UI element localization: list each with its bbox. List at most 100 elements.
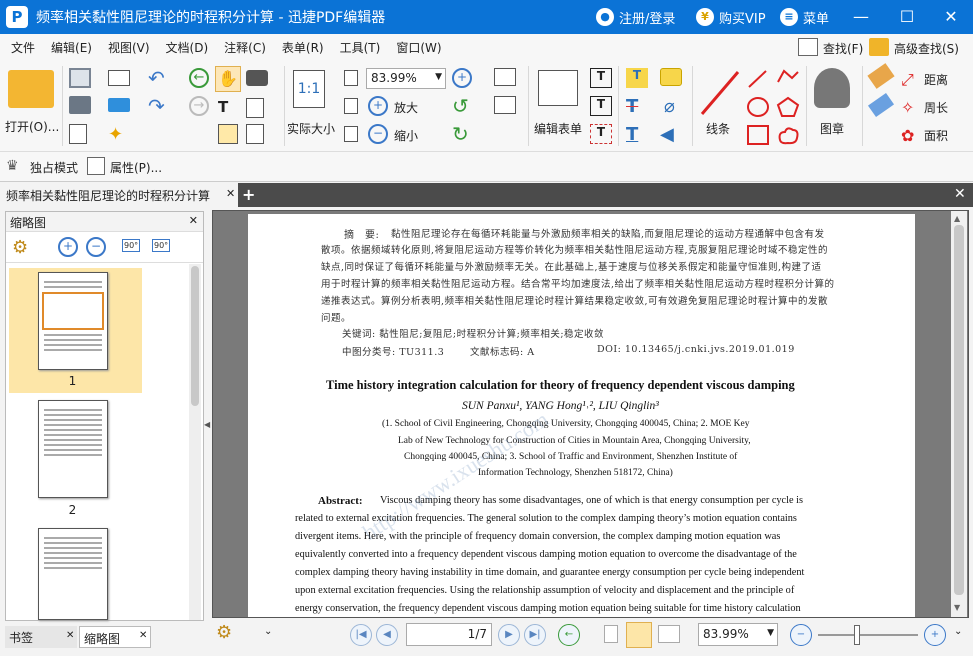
menu-view[interactable]: 视图(V) [100,39,158,56]
page-thumbnail-1[interactable] [38,272,108,370]
export-icon[interactable] [69,124,87,144]
find-button[interactable]: 查找(F) [823,40,863,57]
bottom-zoom-in-button[interactable]: + [924,624,946,646]
perimeter-button[interactable]: 周长 [924,99,948,116]
attach-icon[interactable]: ⌀ [664,96,675,117]
callout-icon[interactable]: T [590,124,612,144]
document-view[interactable]: 摘 要: 黏性阻尼理论存在每循环耗能量与外激励频率相关的缺陷,而复阻尼理论的运动… [212,210,969,618]
minimize-button[interactable]: — [838,0,884,34]
ellipse-icon[interactable] [746,96,770,118]
sound-icon[interactable]: ◀ [660,124,674,145]
camera-icon[interactable] [246,70,268,86]
form-field-icon[interactable] [494,68,516,86]
line-icon[interactable] [698,68,742,118]
undo-icon[interactable]: ↶ [148,66,165,90]
zoom-slider-track[interactable] [818,634,918,636]
underline-icon[interactable]: T [626,124,638,145]
zoom-in-button[interactable]: 放大 [394,99,418,116]
continuous-page-icon[interactable] [626,622,652,648]
edit-form-icon[interactable] [538,70,578,106]
polygon-icon[interactable] [776,96,800,118]
expand-more-icon[interactable]: ⌄ [954,626,962,637]
settings-gear-icon[interactable]: ⚙ [216,622,232,643]
exclusive-mode-button[interactable]: 独占模式 [30,159,78,176]
zoom-out-icon[interactable]: − [368,124,388,144]
single-page-icon[interactable] [604,625,618,643]
back-icon[interactable]: ← [189,68,209,88]
select-text-icon[interactable]: T [218,98,228,116]
next-page-button[interactable]: ▶ [498,624,520,646]
stamp-button[interactable]: 图章 [820,120,844,137]
menu-document[interactable]: 文档(D) [158,39,217,56]
thumb-zoom-out-icon[interactable]: − [86,237,106,257]
pencil-icon[interactable] [867,63,895,89]
snapshot-icon[interactable] [246,98,264,118]
facing-pages-icon[interactable] [658,625,680,643]
menu-file[interactable]: 文件 [0,39,43,56]
page-number-input[interactable]: 1/7 [406,623,492,646]
maximize-button[interactable]: ☐ [884,0,930,34]
perimeter-icon[interactable]: ✧ [901,98,914,117]
cloud-icon[interactable] [776,124,800,146]
main-menu-button[interactable]: ≡ 菜单 [780,0,829,34]
bottom-zoom-select[interactable]: 83.99% ▼ [698,623,778,646]
fit-width-icon[interactable] [344,98,358,114]
print-icon[interactable] [69,96,91,114]
prev-page-button[interactable]: ◀ [376,624,398,646]
actual-size-button[interactable]: 实际大小 [287,120,335,137]
document-scrollbar[interactable]: ▲ ▼ [951,211,967,617]
properties-button[interactable]: 属性(P)... [110,159,162,176]
area-icon[interactable]: ✿ [901,126,914,145]
distance-icon[interactable]: ⤢ [901,70,914,90]
zoom-select[interactable]: 83.99% ▼ [366,68,446,89]
advanced-find-button[interactable]: 高级查找(S) [894,40,959,57]
go-back-button[interactable]: ← [558,624,580,646]
redo-icon[interactable]: ↷ [148,94,165,118]
page-tool-icon[interactable] [246,124,264,144]
typewriter-icon[interactable]: T [590,96,612,116]
open-button-label[interactable]: 打开(O)... [5,118,59,135]
area-button[interactable]: 面积 [924,127,948,144]
polyline-icon[interactable] [776,68,800,90]
menu-form[interactable]: 表单(R) [274,39,332,56]
panel-scrollbar[interactable] [189,264,201,620]
open-folder-icon[interactable] [8,70,54,108]
login-button[interactable]: ● 注册/登录 [596,0,675,34]
menu-window[interactable]: 窗口(W) [388,39,449,56]
thumb-zoom-in-icon[interactable]: + [58,237,78,257]
eraser-icon[interactable] [867,92,895,118]
rotate-cw-icon[interactable]: ↻ [452,122,469,146]
tab-bookmarks[interactable]: 书签 ✕ [5,626,77,648]
line-button[interactable]: 线条 [706,120,730,137]
form-text-icon[interactable] [494,96,516,114]
fit-visible-icon[interactable] [344,126,358,142]
rotate-ccw-icon[interactable]: ↺ [452,94,469,118]
tab-close-icon[interactable]: ✕ [226,187,235,200]
zoom-in-icon[interactable]: + [368,96,388,116]
panel-close-icon[interactable]: ✕ [189,214,198,227]
document-tab[interactable]: 频率相关黏性阻尼理论的时程积分计算 ✕ [0,183,238,207]
rotate-right-icon[interactable]: 90° [152,239,171,252]
stamp-icon[interactable] [814,68,850,108]
zoom-slider-handle[interactable] [854,625,860,645]
rotate-left-icon[interactable]: 90° [122,239,141,252]
first-page-button[interactable]: |◀ [350,624,372,646]
last-page-button[interactable]: ▶| [524,624,546,646]
vip-button[interactable]: ¥ 购买VIP [696,0,766,34]
menu-comment[interactable]: 注释(C) [216,39,274,56]
rectangle-icon[interactable] [746,124,770,146]
email-icon[interactable] [108,70,130,86]
tab-close-icon[interactable]: ✕ [66,630,74,641]
bottom-zoom-out-button[interactable]: − [790,624,812,646]
menu-tools[interactable]: 工具(T) [332,39,389,56]
zoom-icon[interactable]: + [452,68,472,88]
actual-size-icon[interactable]: 1:1 [293,70,325,108]
highlight-icon[interactable]: T [626,68,648,88]
note-icon[interactable] [660,68,682,86]
close-button[interactable]: ✕ [928,0,973,34]
scanner-icon[interactable] [108,98,130,112]
new-icon[interactable]: ✦ [108,124,128,145]
page-thumbnail-2[interactable] [38,400,108,498]
new-tab-icon[interactable]: + [242,185,255,204]
tab-close-icon[interactable]: ✕ [139,630,147,641]
